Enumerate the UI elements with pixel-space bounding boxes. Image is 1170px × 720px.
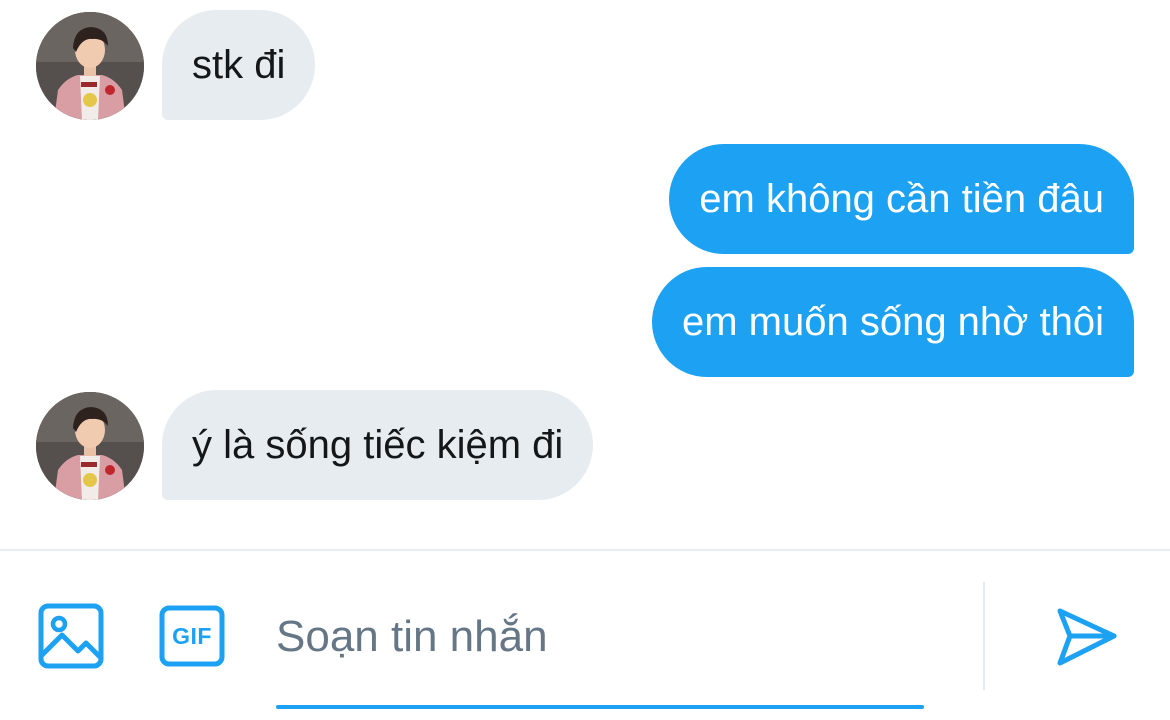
message-thread: stk đi em không cần tiền đâu em muốn sốn…	[0, 0, 1170, 549]
dm-conversation-screen: stk đi em không cần tiền đâu em muốn sốn…	[0, 0, 1170, 720]
message-input-wrapper	[276, 591, 924, 711]
send-separator	[983, 582, 985, 690]
send-icon[interactable]	[1054, 605, 1118, 669]
message-input[interactable]	[276, 591, 924, 683]
avatar-photo	[36, 12, 144, 120]
avatar-photo	[36, 392, 144, 500]
avatar[interactable]	[36, 392, 144, 500]
input-focus-underline	[276, 705, 924, 709]
incoming-message-bubble[interactable]: stk đi	[162, 10, 316, 120]
avatar[interactable]	[36, 12, 144, 120]
message-composer: GIF	[0, 551, 1170, 720]
image-icon[interactable]	[38, 603, 104, 669]
outgoing-message-bubble[interactable]: em muốn sống nhờ thôi	[651, 267, 1134, 377]
gif-label: GIF	[172, 623, 212, 649]
outgoing-message-bubble[interactable]: em không cần tiền đâu	[669, 144, 1134, 254]
incoming-message-bubble[interactable]: ý là sống tiếc kiệm đi	[162, 390, 594, 500]
gif-icon[interactable]: GIF	[159, 605, 225, 667]
